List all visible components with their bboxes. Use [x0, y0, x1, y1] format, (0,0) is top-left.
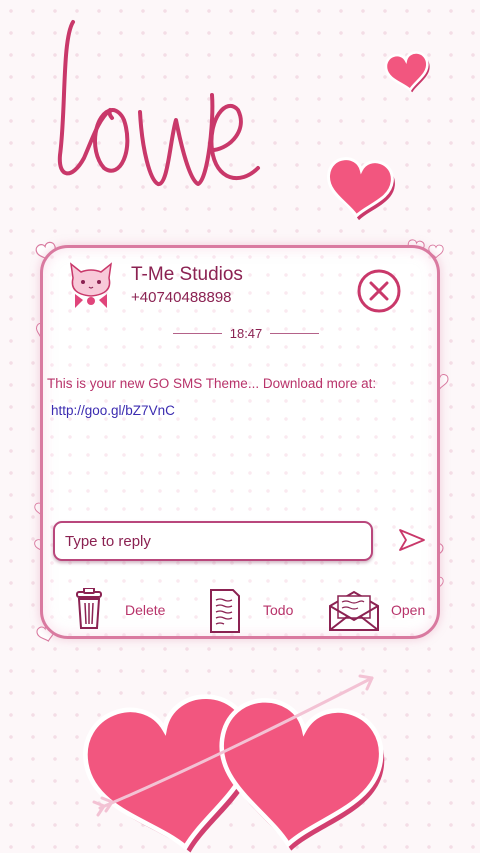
- todo-button[interactable]: Todo: [207, 588, 317, 634]
- sender-name: T-Me Studios: [131, 264, 243, 285]
- heart-large-right: [208, 695, 390, 853]
- message-popup: T-Me Studios +40740488898 18:47 This is …: [40, 245, 440, 639]
- love-script: [57, 20, 260, 186]
- reply-input[interactable]: [53, 521, 373, 561]
- todo-label: Todo: [263, 602, 294, 618]
- message-link[interactable]: http://goo.gl/bZ7VnC: [51, 403, 175, 418]
- note-icon: [210, 589, 240, 633]
- sender-number: +40740488898: [131, 289, 232, 306]
- time-text: 18:47: [229, 325, 263, 341]
- heart-small-top: [383, 49, 433, 96]
- delete-label: Delete: [125, 602, 166, 618]
- open-button[interactable]: Open: [328, 588, 438, 634]
- message-timestamp: 18:47: [173, 324, 320, 342]
- heart-medium-right: [323, 155, 397, 224]
- kitten-avatar-icon: [69, 262, 113, 308]
- delete-button[interactable]: Delete: [71, 588, 181, 634]
- envelope-icon: [329, 590, 379, 631]
- open-label: Open: [391, 602, 426, 618]
- message-body: This is your new GO SMS Theme... Downloa…: [47, 376, 377, 391]
- close-icon[interactable]: [356, 268, 402, 314]
- trash-icon: [76, 588, 102, 629]
- send-arrow-icon[interactable]: [398, 528, 426, 552]
